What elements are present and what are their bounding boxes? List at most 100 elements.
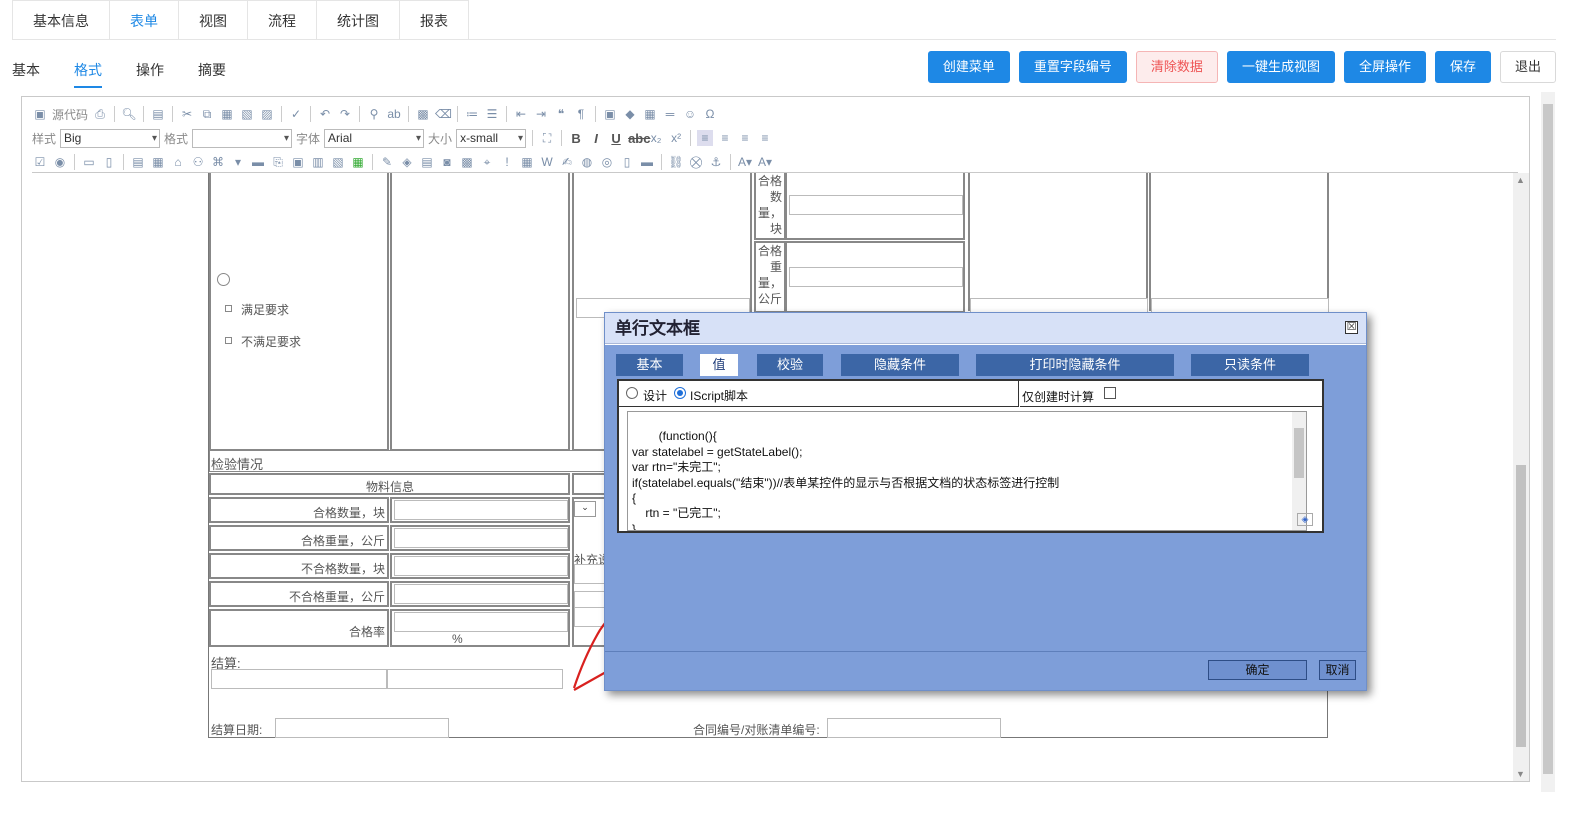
- script-scrollbar-thumb[interactable]: [1294, 428, 1304, 478]
- style-select[interactable]: Big: [60, 128, 161, 148]
- qrcode-control-icon[interactable]: ▦: [519, 154, 535, 170]
- tab-view[interactable]: 视图: [179, 0, 248, 40]
- dialog-tab-basic[interactable]: 基本: [616, 354, 683, 376]
- tab-report[interactable]: 报表: [400, 0, 469, 40]
- select-control-icon[interactable]: ▾: [230, 154, 246, 170]
- table-icon[interactable]: ▦: [642, 106, 658, 122]
- div-icon[interactable]: ¶: [573, 106, 589, 122]
- pass-rate-input[interactable]: [394, 612, 568, 632]
- subtab-basic[interactable]: 基本: [12, 52, 40, 88]
- flash-icon[interactable]: ◆: [622, 106, 638, 122]
- template-icon[interactable]: ▤: [150, 106, 166, 122]
- layer-control-icon[interactable]: ◈: [399, 154, 415, 170]
- pen-control-icon[interactable]: ✎: [379, 154, 395, 170]
- sign-control-icon[interactable]: ✍: [559, 154, 575, 170]
- dialog-tab-print-hide-condition[interactable]: 打印时隐藏条件: [976, 354, 1174, 376]
- subtab-operation[interactable]: 操作: [136, 52, 164, 88]
- reset-field-number-button[interactable]: 重置字段编号: [1018, 51, 1127, 83]
- text-color-icon[interactable]: A▾: [737, 154, 753, 170]
- anchor-icon[interactable]: ⚓: [708, 154, 724, 170]
- eraser-icon[interactable]: ⌫: [435, 106, 452, 122]
- checkbox-not-satisfy[interactable]: [225, 337, 232, 344]
- tree-control-icon[interactable]: ⌘: [210, 154, 226, 170]
- settlement-date-input[interactable]: [275, 718, 449, 738]
- underline-icon[interactable]: U: [608, 131, 624, 146]
- replace-icon[interactable]: ab: [386, 106, 402, 122]
- radio-script[interactable]: [674, 387, 686, 399]
- form-control-icon[interactable]: ▤: [130, 154, 146, 170]
- row-input[interactable]: [394, 528, 568, 548]
- redo-icon[interactable]: ↷: [337, 106, 353, 122]
- print-icon[interactable]: ⎙: [92, 106, 108, 122]
- bold-icon[interactable]: B: [568, 131, 584, 146]
- qualified-qty-input[interactable]: [789, 195, 963, 215]
- tab-basic-info[interactable]: 基本信息: [12, 0, 110, 40]
- superscript-icon[interactable]: x²: [668, 130, 684, 146]
- scroll-down-icon[interactable]: ▼: [1516, 769, 1525, 779]
- pin-control-icon[interactable]: !: [499, 154, 515, 170]
- spellcheck-icon[interactable]: ✓: [288, 106, 304, 122]
- align-center-icon[interactable]: ≡: [717, 130, 733, 146]
- page-scrollbar-thumb[interactable]: [1543, 104, 1553, 774]
- align-justify-icon[interactable]: ≡: [757, 130, 773, 146]
- page-scrollbar[interactable]: [1541, 92, 1555, 792]
- smiley-icon[interactable]: ☺: [682, 106, 698, 122]
- subscript-icon[interactable]: x₂: [648, 130, 664, 146]
- subtab-summary[interactable]: 摘要: [198, 52, 226, 88]
- size-select[interactable]: x-small: [456, 128, 527, 148]
- maximize-icon[interactable]: ⛶: [539, 130, 555, 146]
- bullet-list-icon[interactable]: ☰: [484, 106, 500, 122]
- tab-control-icon[interactable]: ▤: [419, 154, 435, 170]
- cut-icon[interactable]: ✂: [179, 106, 195, 122]
- dialog-tab-readonly-condition[interactable]: 只读条件: [1191, 354, 1309, 376]
- location-control-icon[interactable]: ⌖: [479, 154, 495, 170]
- subtab-format[interactable]: 格式: [74, 52, 102, 88]
- close-icon[interactable]: ☒: [1345, 321, 1358, 334]
- cancel-button[interactable]: 取消: [1319, 660, 1356, 680]
- select-all-icon[interactable]: ▩: [415, 106, 431, 122]
- unlink-icon[interactable]: ⛒: [688, 154, 704, 170]
- editor-scrollbar-thumb[interactable]: [1516, 465, 1526, 747]
- row-input[interactable]: [394, 584, 568, 604]
- script-editor[interactable]: (function(){ var statelabel = getStateLa…: [627, 411, 1307, 531]
- view-control-icon[interactable]: ▥: [310, 154, 326, 170]
- tab-flow[interactable]: 流程: [248, 0, 317, 40]
- department-control-icon[interactable]: ⌂: [170, 154, 186, 170]
- exit-button[interactable]: 退出: [1499, 51, 1556, 83]
- qualified-weight-input[interactable]: [789, 267, 963, 287]
- radio-control-icon[interactable]: ◉: [52, 154, 68, 170]
- save-button[interactable]: 保存: [1434, 51, 1491, 83]
- source-button[interactable]: 源代码: [52, 106, 88, 123]
- checkbox-control-icon[interactable]: ☑: [32, 154, 48, 170]
- align-left-icon[interactable]: ≡: [697, 130, 714, 146]
- page-control-icon[interactable]: ▯: [619, 154, 635, 170]
- fullscreen-button[interactable]: 全屏操作: [1343, 51, 1426, 83]
- textfield-control-icon[interactable]: ▭: [81, 154, 97, 170]
- tab-form[interactable]: 表单: [110, 0, 179, 40]
- user-control-icon[interactable]: ⚇: [190, 154, 206, 170]
- settlement-input-1[interactable]: [211, 669, 387, 689]
- checkbox-satisfy[interactable]: [225, 305, 232, 312]
- tab-chart[interactable]: 统计图: [317, 0, 400, 40]
- special-char-icon[interactable]: Ω: [702, 106, 718, 122]
- button-control-icon[interactable]: ▬: [250, 154, 266, 170]
- grid-control-icon[interactable]: ▦: [350, 154, 366, 170]
- format-select[interactable]: [192, 128, 293, 148]
- textarea-control-icon[interactable]: ▯: [101, 154, 117, 170]
- indent-icon[interactable]: ⇥: [533, 106, 549, 122]
- paste-icon[interactable]: ▦: [219, 106, 235, 122]
- hr-icon[interactable]: ═: [662, 106, 678, 122]
- generate-view-button[interactable]: 一键生成视图: [1226, 51, 1335, 83]
- dialog-tab-value[interactable]: 值: [700, 354, 738, 376]
- find-icon[interactable]: ⚲: [366, 106, 382, 122]
- calc-on-create-checkbox[interactable]: [1104, 387, 1116, 399]
- chart-control-icon[interactable]: ◍: [579, 154, 595, 170]
- paste-word-icon[interactable]: ▨: [259, 106, 275, 122]
- include-control-icon[interactable]: ▧: [330, 154, 346, 170]
- row-input[interactable]: [394, 500, 568, 520]
- copy-icon[interactable]: ⧉: [199, 106, 215, 122]
- font-select[interactable]: Arial: [324, 128, 425, 148]
- image-icon[interactable]: ▣: [602, 106, 618, 122]
- contract-no-input[interactable]: [827, 718, 1001, 738]
- create-menu-button[interactable]: 创建菜单: [927, 51, 1010, 83]
